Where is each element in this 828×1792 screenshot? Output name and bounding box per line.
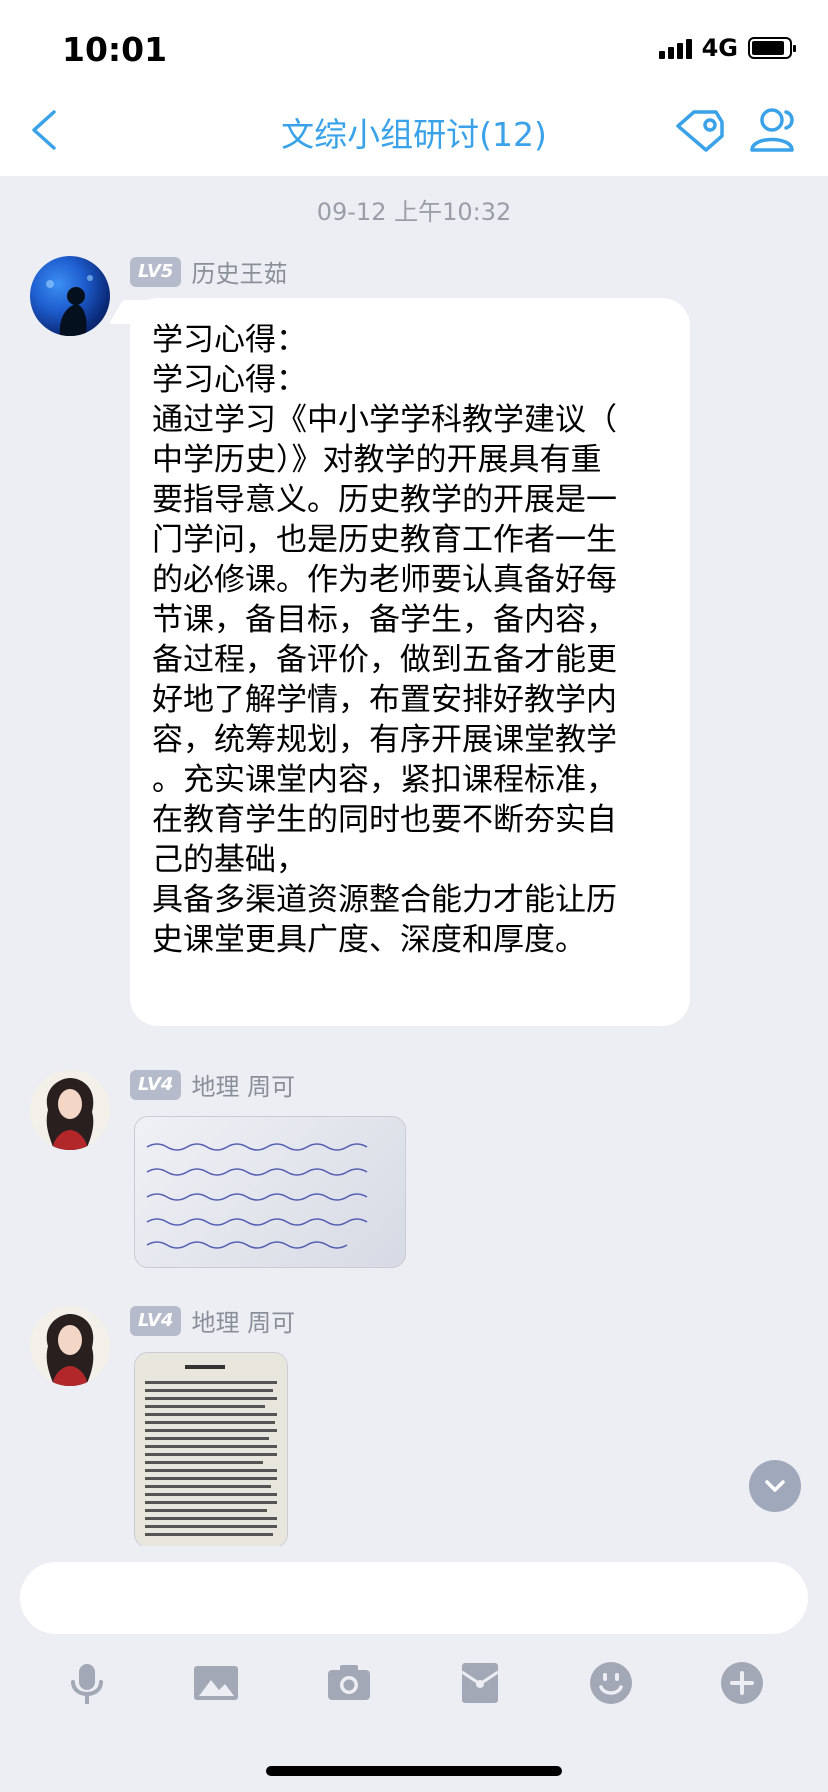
level-badge: LV4	[130, 1305, 182, 1336]
status-time: 10:01	[62, 30, 168, 69]
avatar-girl-image	[30, 1070, 110, 1150]
sender-name[interactable]: 地理 周可	[191, 1067, 295, 1102]
battery-icon	[748, 37, 796, 59]
cellular-signal-icon	[658, 37, 692, 59]
home-indicator	[266, 1766, 562, 1776]
image-button[interactable]	[191, 1658, 241, 1708]
message-text: 学习心得： 学习心得： 通过学习《中小学学科教学建议（ 中学历史）》对教学的开展…	[152, 322, 617, 958]
message-input[interactable]	[20, 1562, 808, 1634]
sender-info: LV4 地理 周可	[130, 1067, 295, 1102]
avatar[interactable]	[30, 1070, 110, 1150]
avatar[interactable]	[30, 256, 110, 336]
emoji-icon	[590, 1662, 632, 1704]
book-page-image	[135, 1353, 287, 1547]
chat-timestamp: 09-12 上午10:32	[316, 198, 512, 226]
top-bar: 10:01 4G 文综小组研讨(12)	[0, 0, 828, 176]
scroll-down-icon	[765, 1480, 785, 1492]
voice-button[interactable]	[62, 1658, 112, 1708]
camera-button[interactable]	[324, 1658, 374, 1708]
scroll-down-button[interactable]	[749, 1460, 801, 1512]
more-button[interactable]	[717, 1658, 767, 1708]
avatar-girl-image	[30, 1306, 110, 1386]
plus-icon	[721, 1662, 763, 1704]
image-icon	[194, 1666, 238, 1700]
image-message[interactable]	[134, 1116, 406, 1268]
level-badge: LV4	[130, 1069, 182, 1100]
sender-name[interactable]: 地理 周可	[191, 1303, 295, 1338]
image-message[interactable]	[134, 1352, 288, 1548]
handwritten-note-image	[146, 1143, 368, 1249]
network-type: 4G	[701, 34, 738, 62]
sender-info: LV5 历史王茹	[130, 254, 287, 289]
red-packet-icon	[461, 1663, 499, 1703]
tag-icon	[676, 110, 724, 152]
status-indicators: 4G	[658, 34, 796, 62]
red-packet-button[interactable]	[455, 1658, 505, 1708]
level-badge: LV5	[130, 256, 182, 287]
input-area	[0, 1546, 828, 1792]
camera-icon	[328, 1665, 370, 1700]
avatar-aquarium-image	[46, 275, 93, 336]
group-members-button[interactable]	[742, 100, 802, 160]
sender-name[interactable]: 历史王茹	[191, 254, 287, 289]
sender-info: LV4 地理 周可	[130, 1303, 295, 1338]
group-members-icon	[750, 108, 794, 152]
message-bubble[interactable]: 学习心得： 学习心得： 通过学习《中小学学科教学建议（ 中学历史）》对教学的开展…	[130, 298, 690, 1026]
avatar[interactable]	[30, 1306, 110, 1386]
emoji-button[interactable]	[586, 1658, 636, 1708]
microphone-icon	[71, 1664, 103, 1704]
tag-button[interactable]	[670, 100, 730, 160]
